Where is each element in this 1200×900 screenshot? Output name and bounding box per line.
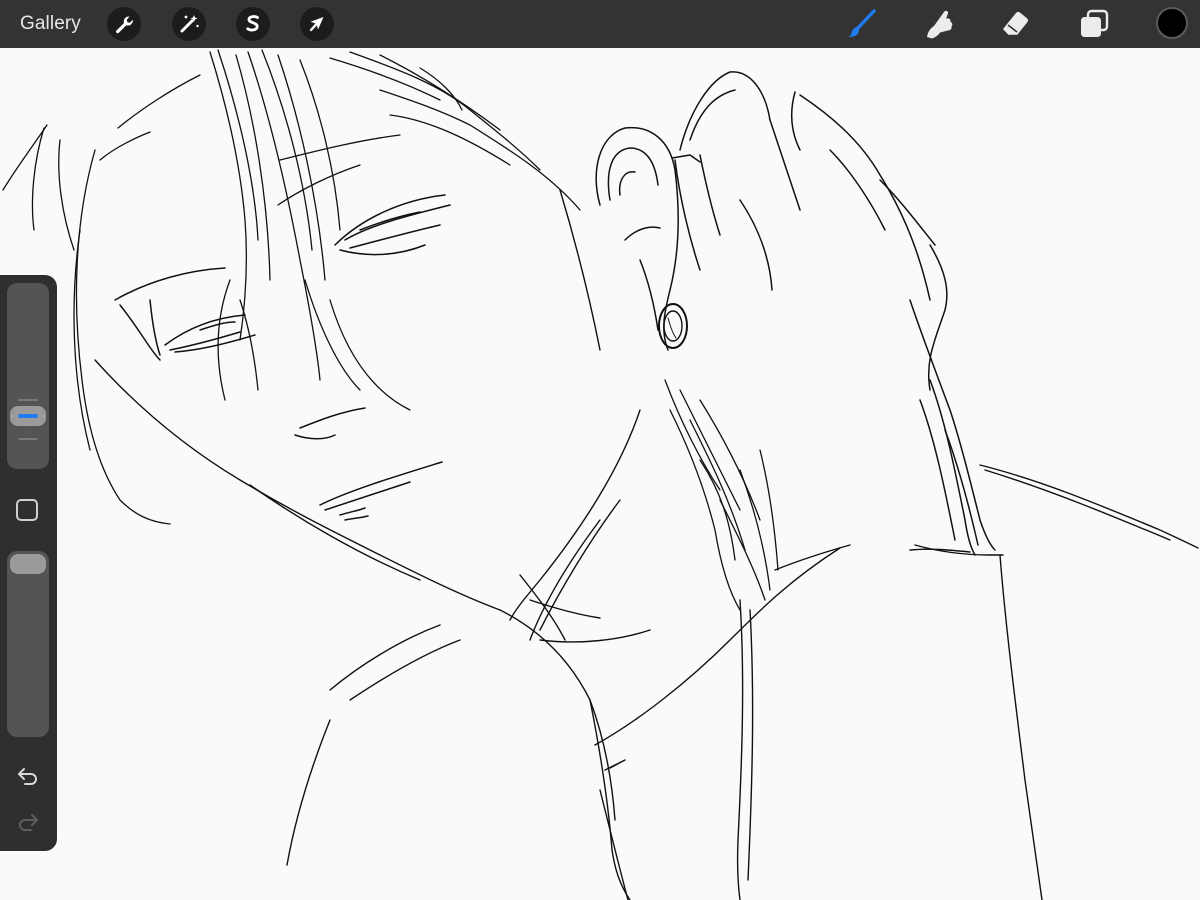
brush-icon	[848, 9, 876, 37]
size-slider-tick	[18, 399, 38, 401]
sketch-neck-hair	[664, 379, 779, 611]
selection-s-icon	[246, 15, 259, 32]
wrench-icon	[116, 16, 133, 34]
sketch-top-hair	[209, 49, 581, 411]
sketch-body	[286, 464, 1199, 900]
eraser-icon	[1003, 11, 1028, 35]
brush-opacity-slider-thumb[interactable]	[10, 554, 46, 574]
redo-button[interactable]	[15, 810, 41, 834]
arrow-cursor-icon	[309, 17, 324, 32]
undo-arrow-icon	[18, 768, 37, 785]
modify-button[interactable]	[16, 499, 38, 521]
sketch-ear	[595, 126, 688, 351]
drawing-canvas[interactable]	[0, 48, 1200, 900]
brush-tool-button[interactable]	[844, 6, 880, 42]
redo-arrow-icon	[19, 814, 38, 831]
color-picker-button[interactable]	[1156, 7, 1188, 39]
magic-wand-icon	[180, 15, 199, 33]
thumb-accent-line	[18, 414, 38, 418]
selection-button[interactable]	[236, 7, 270, 41]
smudge-tool-button[interactable]	[921, 6, 957, 42]
brush-size-slider[interactable]	[7, 283, 49, 469]
sketch-jaw-neck	[94, 189, 651, 643]
sketch-face	[114, 194, 451, 521]
line-sketch-artwork	[2, 49, 1199, 900]
eraser-tool-button[interactable]	[998, 6, 1034, 42]
actions-button[interactable]	[107, 7, 141, 41]
adjustments-button[interactable]	[172, 7, 206, 41]
layers-icon	[1081, 9, 1109, 37]
brush-size-slider-thumb[interactable]	[10, 406, 46, 426]
brush-sidebar	[0, 275, 57, 851]
gallery-button[interactable]: Gallery	[20, 12, 81, 36]
undo-button[interactable]	[15, 764, 41, 788]
transform-button[interactable]	[300, 7, 334, 41]
layers-tool-button[interactable]	[1076, 6, 1112, 42]
brush-opacity-slider[interactable]	[7, 551, 49, 737]
top-toolbar: Gallery	[0, 0, 1200, 48]
size-slider-tick	[18, 438, 38, 440]
smudge-finger-icon	[927, 10, 953, 39]
